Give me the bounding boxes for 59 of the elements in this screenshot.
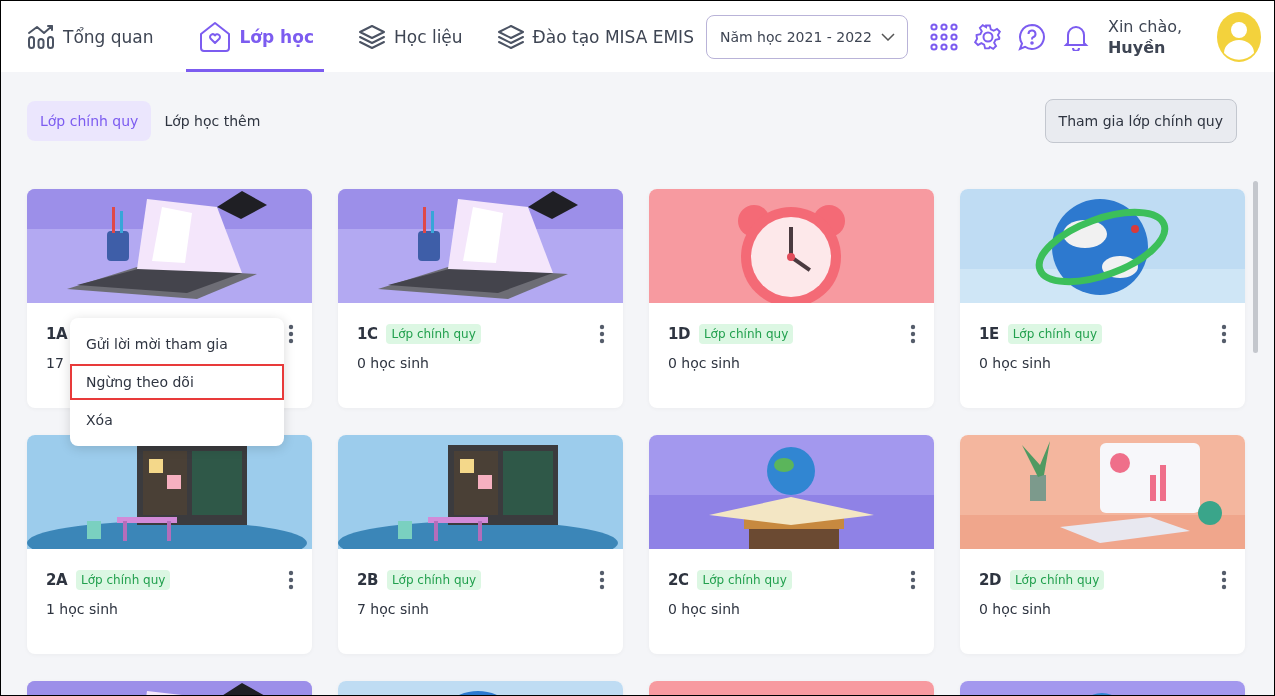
more-icon[interactable]	[599, 324, 605, 344]
student-count: 0 học sinh	[979, 355, 1051, 371]
class-name: 2D	[979, 571, 1001, 589]
house-icon	[197, 19, 232, 54]
more-icon[interactable]	[288, 570, 294, 590]
menu-item[interactable]: Ngừng theo dõi	[70, 364, 284, 400]
class-card[interactable]: 1C Lớp chính quy 0 học sinh	[338, 189, 623, 408]
more-icon[interactable]	[599, 570, 605, 590]
student-count: 0 học sinh	[979, 601, 1051, 617]
class-card[interactable]: 1D Lớp chính quy 0 học sinh	[649, 189, 934, 408]
scrollbar-thumb[interactable]	[1253, 181, 1258, 353]
class-tag: Lớp chính quy	[76, 570, 171, 590]
class-name: 1A	[46, 325, 68, 343]
class-name: 1D	[668, 325, 690, 343]
class-tag: Lớp chính quy	[1009, 570, 1105, 590]
nav-tab[interactable]: Tổng quan	[27, 1, 154, 72]
class-tag: Lớp chính quy	[698, 324, 794, 344]
more-icon[interactable]	[910, 570, 916, 590]
class-tag: Lớp chính quy	[386, 570, 482, 590]
class-name: 1C	[357, 325, 378, 343]
chevron-down-icon	[880, 32, 895, 41]
class-card[interactable]: 2C Lớp chính quy 0 học sinh	[649, 435, 934, 654]
greeting-text: Xin chào,	[1107, 15, 1183, 37]
help-icon[interactable]	[1017, 22, 1046, 51]
student-count: 0 học sinh	[357, 355, 429, 371]
menu-item[interactable]: Gửi lời mời tham gia	[70, 326, 284, 362]
nav-tab[interactable]: Đào tạo MISA EMIS	[496, 1, 694, 72]
settings-icon[interactable]	[973, 22, 1002, 51]
class-card[interactable]: 1E Lớp chính quy 0 học sinh	[960, 189, 1245, 408]
student-count: 17	[46, 355, 64, 371]
class-name: 1E	[979, 325, 999, 343]
apps-grid-icon[interactable]	[929, 22, 958, 51]
layers-icon	[496, 22, 525, 51]
more-icon[interactable]	[288, 324, 294, 344]
class-card[interactable]: 2D Lớp chính quy 0 học sinh	[960, 435, 1245, 654]
more-icon[interactable]	[910, 324, 916, 344]
student-count: 0 học sinh	[668, 355, 740, 371]
chart-icon	[27, 23, 55, 50]
class-card[interactable]: 2B Lớp chính quy 7 học sinh	[338, 435, 623, 654]
more-icon[interactable]	[1221, 324, 1227, 344]
class-card[interactable]: 2A Lớp chính quy 1 học sinh	[27, 435, 312, 654]
layers-icon	[358, 22, 386, 51]
filter-tab[interactable]: Lớp học thêm	[151, 101, 274, 141]
student-count: 1 học sinh	[46, 601, 118, 617]
year-select[interactable]: Năm học 2021 - 2022	[705, 14, 908, 59]
more-icon[interactable]	[1221, 570, 1227, 590]
class-name: 2A	[46, 571, 68, 589]
class-name: 2B	[357, 571, 378, 589]
class-tag: Lớp chính quy	[697, 570, 792, 590]
student-count: 7 học sinh	[357, 601, 429, 617]
nav-tab[interactable]: Lớp học	[185, 1, 324, 72]
user-name: Huyền	[1107, 36, 1167, 58]
class-tag: Lớp chính quy	[1007, 324, 1103, 344]
join-class-button[interactable]: Tham gia lớp chính quy	[1044, 99, 1237, 143]
filter-tab[interactable]: Lớp chính quy	[27, 101, 152, 141]
student-count: 0 học sinh	[668, 601, 740, 617]
class-name: 2C	[668, 571, 689, 589]
class-tag: Lớp chính quy	[386, 324, 481, 344]
nav-tab[interactable]: Học liệu	[358, 1, 463, 72]
